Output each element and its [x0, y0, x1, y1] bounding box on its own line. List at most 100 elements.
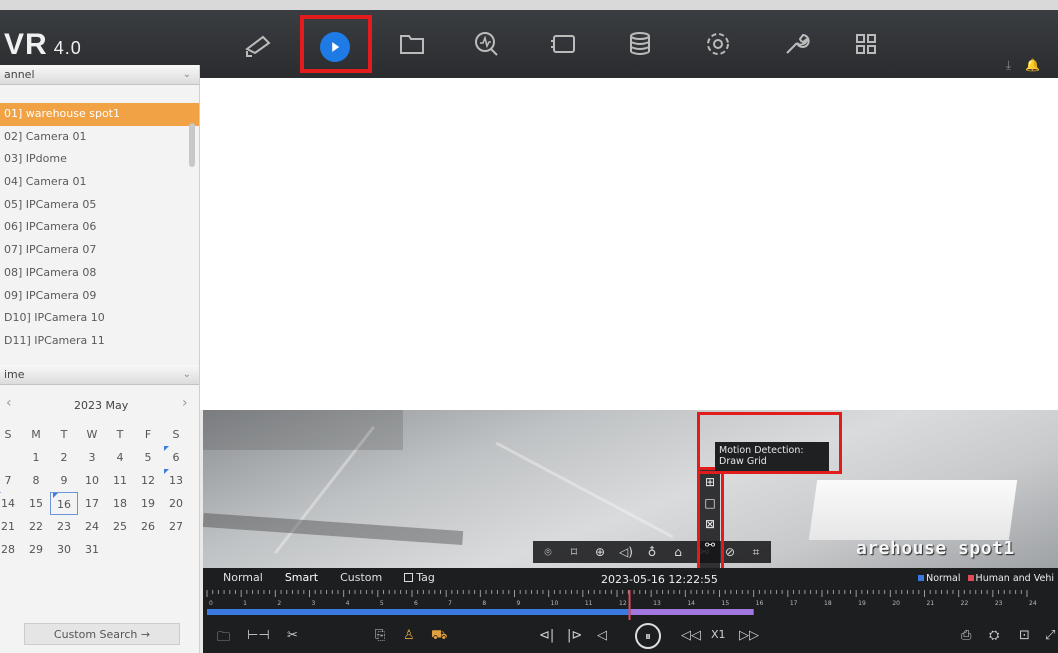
fullscreen-icon[interactable]: ⤢: [1045, 628, 1055, 643]
channel-item[interactable]: 07] IPCamera 07: [0, 239, 199, 262]
calendar-day[interactable]: 31: [78, 538, 106, 561]
calendar-day[interactable]: 12: [134, 469, 162, 492]
file-search-icon[interactable]: ⎘: [375, 628, 385, 643]
reverse-play-icon[interactable]: ◁: [597, 628, 607, 643]
channel-item[interactable]: D10] IPCamera 10: [0, 307, 199, 330]
channel-item[interactable]: 01] warehouse spot1: [0, 103, 199, 126]
ruler-hour-label: 13: [653, 600, 661, 607]
calendar-day[interactable]: 22: [22, 515, 50, 538]
time-section-header[interactable]: ime ⌄: [0, 365, 199, 385]
calendar-day[interactable]: 26: [134, 515, 162, 538]
calendar-day[interactable]: 4: [106, 446, 134, 469]
cut-icon[interactable]: ✂: [287, 628, 298, 643]
channel-item[interactable]: D11] IPCamera 11: [0, 330, 199, 353]
next-month-icon[interactable]: ›: [182, 395, 188, 411]
calendar-day[interactable]: 5: [134, 446, 162, 469]
channel-scrollbar[interactable]: [189, 123, 195, 167]
audio-icon[interactable]: ◁): [619, 545, 633, 559]
weekday-label: S: [172, 428, 180, 441]
calendar-day[interactable]: 29: [22, 538, 50, 561]
calendar-day[interactable]: 6: [162, 446, 190, 469]
tag-checkbox[interactable]: Tag: [404, 571, 435, 584]
calendar-day[interactable]: 1: [22, 446, 50, 469]
channel-item[interactable]: 09] IPCamera 09: [0, 285, 199, 308]
calendar-day[interactable]: 9: [50, 469, 78, 492]
playback-icon[interactable]: [320, 32, 350, 62]
split-icon[interactable]: ⊢⊣: [247, 628, 270, 643]
clip-folder-icon[interactable]: 🗀: [217, 628, 230, 650]
next-frame-icon[interactable]: |⊳: [567, 628, 582, 643]
calendar-day[interactable]: 24: [78, 515, 106, 538]
calendar-day[interactable]: 30: [50, 538, 78, 561]
mode-normal[interactable]: Normal: [223, 571, 263, 584]
hide-icon[interactable]: ⊘: [723, 545, 737, 559]
prev-frame-icon[interactable]: ⊲|: [539, 628, 554, 643]
snapshot-icon[interactable]: ⌾: [541, 545, 555, 559]
prev-month-icon[interactable]: ‹: [6, 395, 12, 411]
calendar-day[interactable]: 11: [106, 469, 134, 492]
pause-button[interactable]: ⏸: [635, 623, 661, 649]
calendar-day[interactable]: 2: [50, 446, 78, 469]
channel-item[interactable]: 08] IPCamera 08: [0, 262, 199, 285]
channel-item[interactable]: 02] Camera 01: [0, 126, 199, 149]
ruler-hour-label: 0: [209, 600, 213, 607]
calendar-day[interactable]: 19: [134, 492, 162, 515]
slow-icon[interactable]: ◁◁: [681, 628, 701, 643]
calendar-day[interactable]: 13: [162, 469, 190, 492]
legend-normal-swatch: [918, 575, 925, 581]
calendar-day[interactable]: 25: [106, 515, 134, 538]
mode-custom[interactable]: Custom: [340, 571, 382, 584]
custom-search-button[interactable]: Custom Search →: [24, 623, 180, 645]
tools-highlight-box: [697, 467, 724, 570]
video-playback-window[interactable]: arehouse spot1 ⌾ ⌑ ⊕ ◁) ♁ ⌂ ⚯ ⊘ ⌗ ⊞ □ ⊠ …: [203, 410, 1058, 570]
maintenance-icon[interactable]: [778, 28, 814, 60]
window-icon[interactable]: ⊡: [1019, 628, 1030, 643]
human-search-icon[interactable]: ♙: [403, 628, 415, 643]
channel-item[interactable]: 06] IPCamera 06: [0, 216, 199, 239]
layout-icon[interactable]: [848, 28, 884, 60]
device-icon[interactable]: [546, 28, 582, 60]
ceiling-seam: [495, 441, 674, 539]
calendar-day[interactable]: 7: [0, 469, 22, 492]
calendar-day[interactable]: 16: [50, 492, 78, 515]
camera-icon[interactable]: [240, 28, 276, 60]
ceiling-shadow: [203, 410, 403, 450]
channel-item[interactable]: 03] IPdome: [0, 148, 199, 171]
calendar-day[interactable]: 27: [162, 515, 190, 538]
fast-icon[interactable]: ▷▷: [739, 628, 759, 643]
lock-icon[interactable]: ⌂: [671, 545, 685, 559]
calendar-day[interactable]: 10: [78, 469, 106, 492]
fullscreen-icon[interactable]: ⌗: [749, 545, 763, 559]
time-ruler[interactable]: 0 1 2 3 4 5 6 7 8 9 10 11 12 13 14 15 16 17 18 19 20 21 22 23 24: [203, 590, 1058, 620]
vehicle-search-icon[interactable]: ⛟: [431, 628, 447, 645]
channel-item[interactable]: 05] IPCamera 05: [0, 194, 199, 217]
calendar-day[interactable]: 3: [78, 446, 106, 469]
calendar-day[interactable]: 18: [106, 492, 134, 515]
chevron-down-icon[interactable]: ⌄: [183, 365, 191, 385]
tag-icon[interactable]: ⌑: [567, 545, 581, 559]
mode-smart[interactable]: Smart: [285, 571, 318, 584]
export-icon[interactable]: ⎙: [961, 628, 971, 643]
search-icon[interactable]: [468, 28, 504, 60]
calendar-day[interactable]: 28: [0, 538, 22, 561]
channel-section-header[interactable]: annel ⌄: [0, 65, 199, 85]
folder-icon[interactable]: [394, 28, 430, 60]
channel-item[interactable]: 04] Camera 01: [0, 171, 199, 194]
tag-manage-icon[interactable]: ⛭: [989, 628, 999, 643]
settings-icon[interactable]: [700, 28, 736, 60]
microphone-icon[interactable]: ♁: [645, 545, 659, 559]
notification-icon[interactable]: 🔔: [1025, 58, 1040, 73]
calendar-day[interactable]: 17: [78, 492, 106, 515]
storage-icon[interactable]: [622, 28, 658, 60]
app-logo: VR 4.0: [4, 28, 82, 62]
calendar-day[interactable]: 21: [0, 515, 22, 538]
zoom-icon[interactable]: ⊕: [593, 545, 607, 559]
calendar-day[interactable]: 15: [22, 492, 50, 515]
calendar-day[interactable]: 8: [22, 469, 50, 492]
ruler-hour-label: 17: [790, 600, 798, 607]
calendar-day[interactable]: 23: [50, 515, 78, 538]
calendar-day[interactable]: 20: [162, 492, 190, 515]
download-icon[interactable]: ⤓: [1006, 58, 1011, 73]
calendar-day[interactable]: 14: [0, 492, 22, 515]
chevron-down-icon[interactable]: ⌄: [183, 65, 191, 85]
